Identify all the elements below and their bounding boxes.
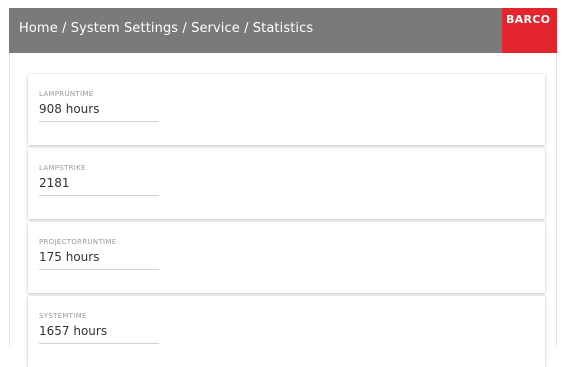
stat-value: 2181 [39, 176, 70, 190]
content-border-right [556, 53, 557, 347]
stat-card-systemtime: SYSTEMTIME 1657 hours [28, 296, 545, 367]
stat-card-projectorruntime: PROJECTORRUNTIME 175 hours [28, 222, 545, 293]
stat-label: PROJECTORRUNTIME [39, 238, 117, 246]
barco-logo-text: BARCO [506, 13, 551, 26]
stat-underline [39, 121, 159, 122]
barco-logo: BARCO [502, 8, 557, 53]
stat-underline [39, 269, 159, 270]
stat-underline [39, 343, 159, 344]
stat-value: 175 hours [39, 250, 100, 264]
header-bar: Home / System Settings / Service / Stati… [9, 8, 557, 53]
stat-value: 1657 hours [39, 324, 108, 338]
stat-value: 908 hours [39, 102, 100, 116]
stat-label: SYSTEMTIME [39, 312, 87, 320]
stat-card-lampruntime: LAMPRUNTIME 908 hours [28, 74, 545, 145]
stat-label: LAMPRUNTIME [39, 90, 94, 98]
stat-card-lampstrike: LAMPSTRIKE 2181 [28, 148, 545, 219]
content-border-left [9, 53, 10, 347]
stat-label: LAMPSTRIKE [39, 164, 86, 172]
breadcrumb: Home / System Settings / Service / Stati… [19, 21, 314, 36]
stat-underline [39, 195, 159, 196]
